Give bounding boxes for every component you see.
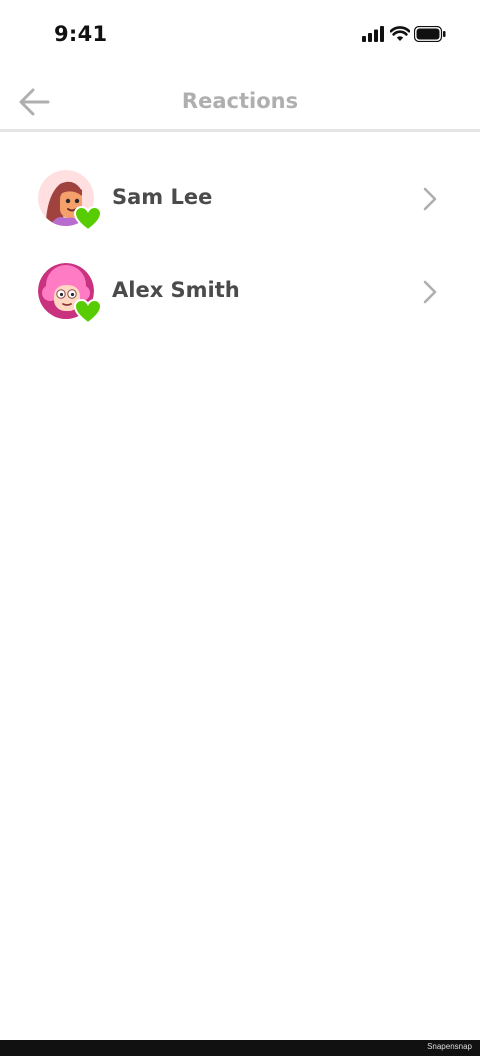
page-title: Reactions [181, 89, 299, 113]
battery-icon [414, 26, 446, 42]
reactions-screen: 9:41 Reactions Sam Lee Alex Smith Snapen… [0, 0, 480, 1056]
list-item[interactable]: Sam Lee [0, 152, 480, 245]
reaction-user-name: Sam Lee [112, 185, 213, 209]
nav-header: Reactions [0, 70, 480, 132]
chevron-right-icon [423, 187, 437, 211]
status-bar: 9:41 [0, 0, 480, 70]
watermark-text: Snapensnap [427, 1042, 472, 1051]
signal-icon [362, 26, 384, 42]
list-item[interactable]: Alex Smith [0, 245, 480, 338]
status-time: 9:41 [54, 22, 108, 46]
header-divider [0, 129, 480, 132]
reaction-user-name: Alex Smith [112, 278, 240, 302]
wifi-icon [390, 26, 410, 41]
heart-icon [74, 206, 102, 232]
avatar-wrapper [38, 170, 102, 234]
chevron-right-icon [423, 280, 437, 304]
avatar-wrapper [38, 263, 102, 327]
bottom-bar: Snapensnap [0, 1040, 480, 1056]
reactions-list: Sam Lee Alex Smith [0, 152, 480, 338]
heart-icon [74, 299, 102, 325]
